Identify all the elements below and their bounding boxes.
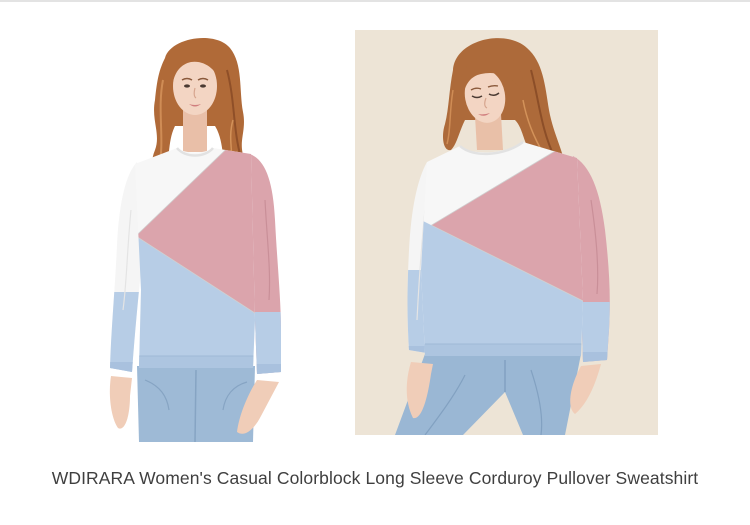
- product-image-angled[interactable]: [355, 30, 658, 435]
- model-neck: [183, 110, 207, 152]
- top-divider: [0, 0, 750, 2]
- product-photo-angled: [355, 30, 658, 435]
- product-image-front[interactable]: [105, 30, 295, 442]
- product-photo-front: [109, 37, 281, 442]
- product-title-link[interactable]: WDIRARA Women's Casual Colorblock Long S…: [0, 465, 750, 491]
- product-page: WDIRARA Women's Casual Colorblock Long S…: [0, 0, 750, 525]
